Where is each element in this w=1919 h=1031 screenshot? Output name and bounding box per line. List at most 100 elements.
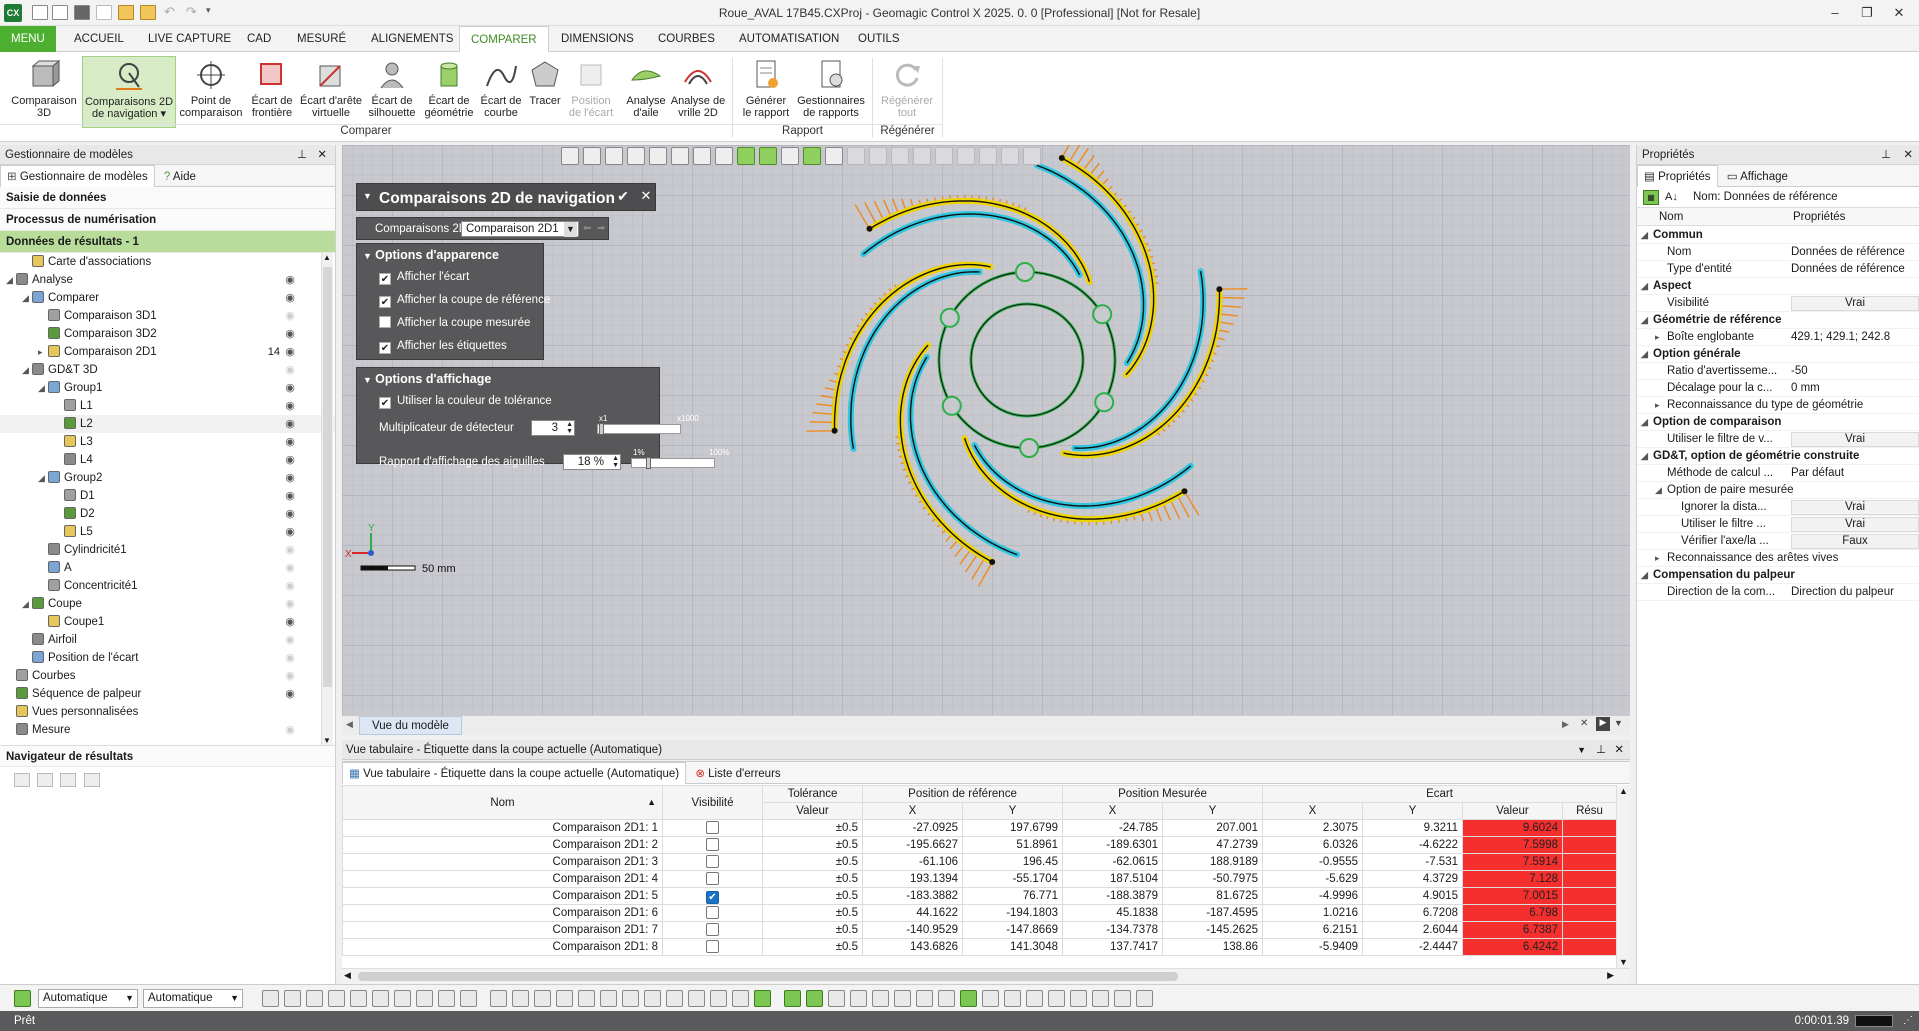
selection-tool-icon[interactable]	[644, 990, 661, 1007]
expand-toggle-icon[interactable]: ▸	[1655, 329, 1660, 346]
expand-toggle-icon[interactable]: ◢	[38, 469, 48, 487]
tree-item[interactable]: ◢ Analyse ◉	[0, 271, 335, 289]
selection-tool-icon[interactable]	[938, 990, 955, 1007]
expand-toggle-icon[interactable]: ▸	[1655, 397, 1660, 414]
expand-toggle-icon[interactable]: ◢	[1655, 482, 1662, 499]
nav-last-icon[interactable]	[83, 773, 100, 787]
expand-toggle-icon[interactable]: ◢	[22, 595, 32, 613]
tree-item[interactable]: Concentricité1 ◉	[0, 577, 335, 595]
tab-automatisation[interactable]: AUTOMATISATION	[728, 26, 850, 52]
pin-icon[interactable]: ⊥	[1596, 740, 1606, 760]
selection-tool-icon[interactable]	[894, 990, 911, 1007]
tab-alignements[interactable]: ALIGNEMENTS	[360, 26, 464, 52]
scroll-up-icon[interactable]: ▲	[323, 253, 331, 262]
visibility-eye-icon[interactable]: ◉	[283, 633, 297, 647]
tree-item[interactable]: ◢ GD&T 3D ◉	[0, 361, 335, 379]
expand-toggle-icon[interactable]: ◢	[1641, 227, 1648, 244]
tree-item[interactable]: Comparaison 3D2 ◉	[0, 325, 335, 343]
selection-filter-combo[interactable]: Automatique ▼	[38, 989, 138, 1008]
tree-item[interactable]: ◢ Group1 ◉	[0, 379, 335, 397]
nav-first-icon[interactable]	[14, 773, 30, 787]
visibility-checkbox[interactable]	[706, 906, 719, 919]
property-row[interactable]: Décalage pour la c... 0 mm	[1637, 380, 1919, 397]
property-category[interactable]: ◢ Géométrie de référence	[1637, 312, 1919, 329]
tree-item[interactable]: D2 ◉	[0, 505, 335, 523]
visibility-eye-icon[interactable]: ◉	[283, 417, 297, 431]
visibility-eye-icon[interactable]: ◉	[283, 597, 297, 611]
property-category[interactable]: ◢ Option de comparaison	[1637, 414, 1919, 431]
close-panel-icon[interactable]: ✕	[1903, 145, 1913, 165]
subheader-ecart-y[interactable]: Y	[1362, 802, 1463, 820]
selection-tool-icon[interactable]	[872, 990, 889, 1007]
subheader-resultat[interactable]: Résu	[1562, 802, 1617, 820]
twist-analysis-button[interactable]: Analyse de vrille 2D	[670, 56, 726, 128]
checkbox[interactable]: ✔	[379, 273, 391, 285]
property-row[interactable]: Type d'entité Données de référence	[1637, 261, 1919, 278]
visibility-eye-icon[interactable]: ◉	[283, 723, 297, 737]
view-tool-icon[interactable]	[979, 147, 997, 165]
property-category[interactable]: ◢ GD&T, option de géométrie construite	[1637, 448, 1919, 465]
view-tool-icon[interactable]	[1001, 147, 1019, 165]
column-header-visibilite[interactable]: Visibilité	[662, 785, 763, 820]
tab-menu[interactable]: MENU	[0, 26, 56, 52]
tree-item[interactable]: A ◉	[0, 559, 335, 577]
visibility-eye-icon[interactable]: ◉	[283, 489, 297, 503]
view-tool-icon[interactable]	[627, 147, 645, 165]
tab-display[interactable]: ▭ Affichage	[1721, 166, 1794, 188]
multiplier-slider[interactable]	[597, 423, 681, 435]
selection-tool-icon[interactable]	[784, 990, 801, 1007]
visibility-checkbox[interactable]: ✔	[706, 890, 719, 904]
tree-item[interactable]: L5 ◉	[0, 523, 335, 541]
multiplier-spinbox[interactable]: 3 ▲ ▼	[531, 420, 575, 436]
expand-toggle-icon[interactable]: ◢	[1641, 414, 1648, 431]
selection-tool-icon[interactable]	[512, 990, 529, 1007]
selection-tool-icon[interactable]	[262, 990, 279, 1007]
table-row[interactable]: Comparaison 2D1: 1 ±0.5 -27.0925 197.6799 -2…	[342, 819, 1617, 837]
tab-tabular-view[interactable]: ▦ Vue tabulaire - Étiquette dans la coup…	[342, 762, 687, 784]
visibility-eye-icon[interactable]: ◉	[283, 651, 297, 665]
expand-toggle-icon[interactable]: ▸	[1655, 550, 1660, 567]
nav-next-icon[interactable]	[60, 773, 77, 787]
checkbox[interactable]	[379, 316, 391, 328]
tab-dimensions[interactable]: DIMENSIONS	[550, 26, 645, 52]
selection-tool-icon[interactable]	[960, 990, 977, 1007]
comparison-select[interactable]: Comparaison 2D1 ▼	[461, 221, 579, 237]
selection-tool-icon[interactable]	[416, 990, 433, 1007]
selection-tool-icon[interactable]	[1136, 990, 1153, 1007]
visibility-eye-icon[interactable]: ◉	[283, 291, 297, 305]
views-dropdown-icon[interactable]: ▼	[1614, 718, 1623, 728]
visibility-eye-icon[interactable]: ◉	[283, 399, 297, 413]
prev-comparison-icon[interactable]: ⬅	[583, 223, 591, 234]
selection-tool-icon[interactable]	[916, 990, 933, 1007]
selection-tool-icon[interactable]	[1114, 990, 1131, 1007]
selection-tool-icon[interactable]	[578, 990, 595, 1007]
expand-toggle-icon[interactable]: ◢	[22, 361, 32, 379]
expand-toggle-icon[interactable]: ◢	[1641, 278, 1648, 295]
view-tool-icon[interactable]	[737, 147, 755, 165]
show-labels-option[interactable]: ✔ Afficher les étiquettes	[357, 335, 543, 358]
selection-tool-icon[interactable]	[732, 990, 749, 1007]
visibility-checkbox[interactable]	[706, 940, 719, 953]
table-row[interactable]: Comparaison 2D1: 6 ±0.5 44.1622 -194.1803 45…	[342, 904, 1617, 922]
view-tool-icon[interactable]	[781, 147, 799, 165]
visibility-eye-icon[interactable]: ◉	[283, 543, 297, 557]
spin-arrows-icon[interactable]: ▲ ▼	[612, 455, 619, 469]
subheader-mes-x[interactable]: X	[1062, 802, 1163, 820]
visibility-eye-icon[interactable]: ◉	[283, 471, 297, 485]
selection-tool-icon[interactable]	[534, 990, 551, 1007]
checkbox[interactable]: ✔	[379, 296, 391, 308]
selection-tool-icon[interactable]	[688, 990, 705, 1007]
tree-item[interactable]: L3 ◉	[0, 433, 335, 451]
property-value[interactable]: Vrai	[1791, 500, 1919, 515]
selection-tool-icon[interactable]	[600, 990, 617, 1007]
visibility-eye-icon[interactable]: ◉	[283, 381, 297, 395]
selection-tool-icon[interactable]	[1070, 990, 1087, 1007]
visibility-eye-icon[interactable]: ◉	[283, 579, 297, 593]
subheader-ecart-x[interactable]: X	[1262, 802, 1363, 820]
close-tab-icon[interactable]: ✕	[1580, 718, 1588, 729]
tree-item[interactable]: Airfoil ◉	[0, 631, 335, 649]
slider-thumb[interactable]	[646, 457, 651, 469]
view-tool-icon[interactable]	[583, 147, 601, 165]
tab-model-view[interactable]: Vue du modèle	[359, 716, 462, 735]
silhouette-deviation-button[interactable]: Écart de silhouette	[364, 56, 420, 128]
